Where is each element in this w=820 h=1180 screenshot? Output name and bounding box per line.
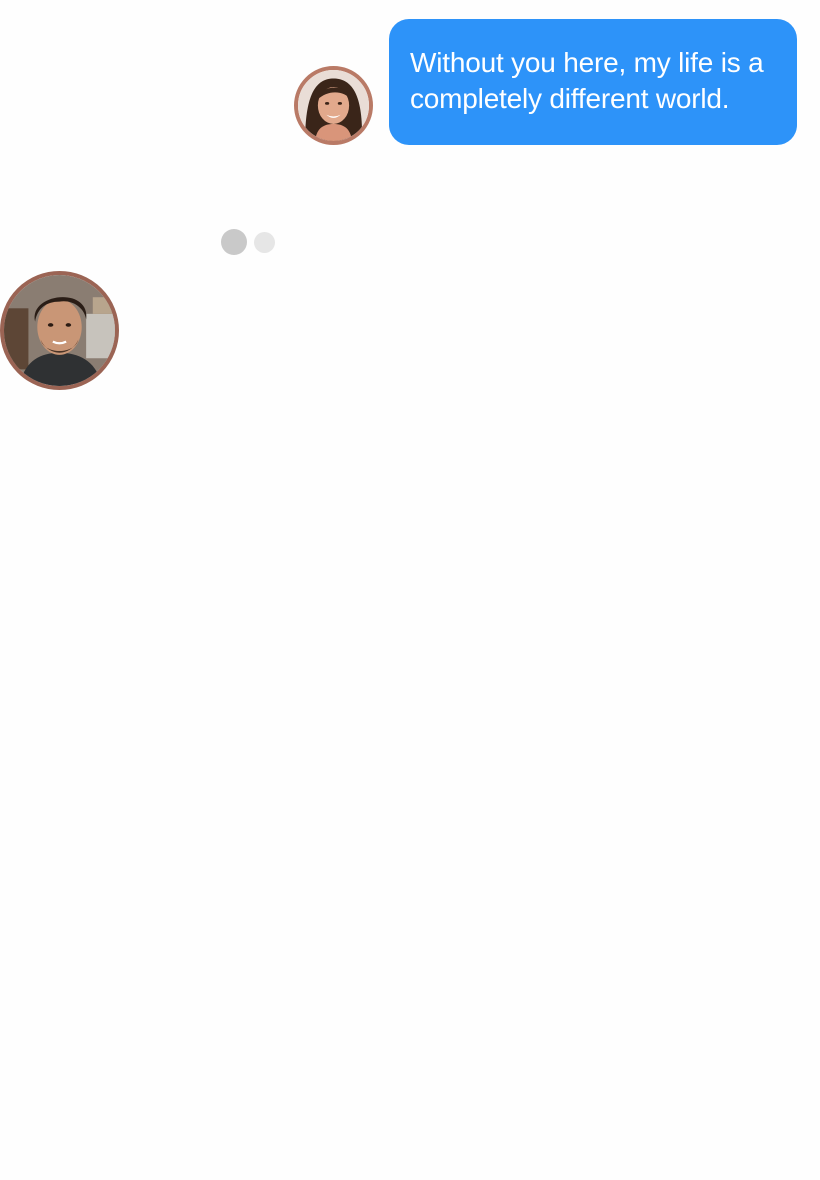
woman-portrait-avatar-icon	[298, 70, 369, 141]
typing-indicator	[220, 228, 280, 256]
outgoing-message-bubble[interactable]: Without you here, my life is a completel…	[389, 19, 797, 145]
typing-dot	[221, 229, 247, 255]
message-text: Without you here, my life is a completel…	[410, 47, 764, 114]
man-portrait-avatar-icon	[4, 275, 115, 386]
typing-dot	[254, 232, 275, 253]
chat-canvas: Without you here, my life is a completel…	[0, 0, 820, 1180]
sender-avatar[interactable]	[294, 66, 373, 145]
recipient-avatar[interactable]	[0, 271, 119, 390]
